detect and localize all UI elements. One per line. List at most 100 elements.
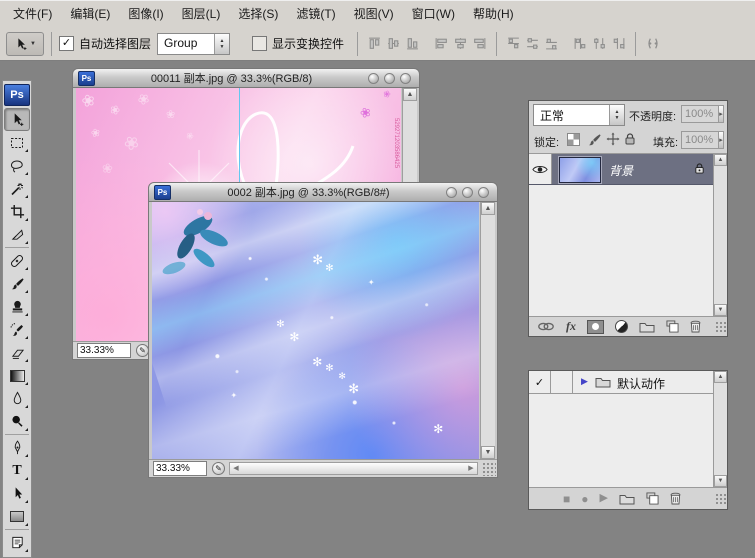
layers-scrollbar[interactable]: ▲ ▼ xyxy=(713,154,727,316)
show-transform-controls-checkbox[interactable] xyxy=(252,36,267,51)
distribute-bottom-edges-icon[interactable] xyxy=(543,35,560,52)
window-button-icon[interactable] xyxy=(478,187,489,198)
lock-position-icon[interactable] xyxy=(606,132,620,146)
panel-resize-grip[interactable] xyxy=(715,493,726,504)
scroll-right-icon[interactable]: ▶ xyxy=(465,463,477,474)
tool-lasso-button[interactable] xyxy=(4,154,30,177)
scroll-up-icon[interactable]: ▲ xyxy=(481,202,495,215)
group-select-spinner-icon[interactable]: ▲▼ xyxy=(214,34,229,54)
window-2-horizontal-scrollbar[interactable]: ◀ ▶ xyxy=(229,462,478,475)
tool-magic-wand-button[interactable] xyxy=(4,177,30,200)
scroll-down-icon[interactable]: ▼ xyxy=(714,304,727,316)
window-2-titlebar[interactable]: Ps 0002 副本.jpg @ 33.3%(RGB/8#) xyxy=(148,182,498,202)
tool-clone-stamp-button[interactable] xyxy=(4,295,30,318)
canvas-image-2[interactable]: ✻ ✻ ✻ ✻ ✻ ✻ ✻ ✻ ✻ ✦ ✦ xyxy=(152,202,479,459)
tool-healing-brush-button[interactable] xyxy=(4,249,30,272)
scroll-down-icon[interactable]: ▼ xyxy=(481,446,495,459)
layer-visibility-cell[interactable] xyxy=(529,154,552,184)
lock-pixels-brush-icon[interactable] xyxy=(587,132,602,147)
action-dialog-cell[interactable] xyxy=(551,371,573,393)
adjustment-layer-button[interactable] xyxy=(615,320,628,333)
align-left-edges-icon[interactable] xyxy=(433,35,450,52)
menu-item-filter[interactable]: 滤镜(T) xyxy=(287,2,344,27)
ps-logo[interactable]: Ps xyxy=(4,84,30,106)
align-bottom-edges-icon[interactable] xyxy=(404,35,421,52)
distribute-vertical-centers-icon[interactable] xyxy=(524,35,541,52)
window-1-titlebar[interactable]: Ps 00011 副本.jpg @ 33.3%(RGB/8) xyxy=(72,68,420,88)
window-1-zoom-field[interactable]: 33.33% xyxy=(77,343,131,358)
tool-history-brush-button[interactable] xyxy=(4,318,30,341)
opacity-slider-arrow-icon[interactable]: ▸ xyxy=(718,106,723,122)
menu-item-layer[interactable]: 图层(L) xyxy=(173,2,230,27)
window-button-icon[interactable] xyxy=(384,73,395,84)
tool-type-button[interactable]: T xyxy=(4,459,30,482)
window-button-icon[interactable] xyxy=(400,73,411,84)
new-layer-button[interactable] xyxy=(666,320,679,333)
align-top-edges-icon[interactable] xyxy=(366,35,383,52)
new-group-button[interactable] xyxy=(639,321,655,333)
menu-item-edit[interactable]: 编辑(E) xyxy=(61,2,119,27)
expand-triangle-icon[interactable]: ▶ xyxy=(581,376,588,387)
layer-name[interactable]: 背景 xyxy=(609,162,633,179)
tool-slice-button[interactable] xyxy=(4,223,30,246)
lock-transparency-icon[interactable] xyxy=(567,133,580,146)
play-selection-button[interactable]: ▶ xyxy=(600,493,608,504)
blend-mode-spinner-icon[interactable]: ▲▼ xyxy=(609,105,624,125)
distribute-top-edges-icon[interactable] xyxy=(505,35,522,52)
tool-blur-button[interactable] xyxy=(4,387,30,410)
distribute-right-edges-icon[interactable] xyxy=(610,35,627,52)
delete-layer-button[interactable] xyxy=(690,320,701,333)
new-action-button[interactable] xyxy=(646,492,659,505)
stop-playing-button[interactable]: ■ xyxy=(563,493,570,505)
tool-move-button[interactable] xyxy=(4,108,30,131)
scroll-up-icon[interactable]: ▲ xyxy=(403,88,417,101)
scroll-down-icon[interactable]: ▼ xyxy=(714,475,727,487)
window-2-vertical-scrollbar[interactable]: ▲ ▼ xyxy=(480,202,495,459)
align-right-edges-icon[interactable] xyxy=(471,35,488,52)
actions-scrollbar[interactable]: ▲ ▼ xyxy=(713,371,727,487)
scroll-up-icon[interactable]: ▲ xyxy=(714,154,727,166)
auto-align-icon[interactable] xyxy=(644,35,661,52)
auto-select-layer-checkbox[interactable]: ✓ xyxy=(59,36,74,51)
distribute-horizontal-centers-icon[interactable] xyxy=(591,35,608,52)
scroll-up-icon[interactable]: ▲ xyxy=(714,371,727,383)
tool-brush-button[interactable] xyxy=(4,272,30,295)
menu-item-window[interactable]: 窗口(W) xyxy=(403,2,464,27)
action-row[interactable]: ✓ ▶ 默认动作 xyxy=(529,371,713,394)
panel-resize-grip[interactable] xyxy=(715,321,726,332)
tool-path-selection-button[interactable] xyxy=(4,482,30,505)
layer-thumbnail[interactable] xyxy=(559,157,601,183)
new-action-set-button[interactable] xyxy=(619,493,635,505)
opacity-field[interactable]: 100% ▸ xyxy=(681,105,724,123)
action-set-name[interactable]: 默认动作 xyxy=(617,375,665,392)
window-button-icon[interactable] xyxy=(462,187,473,198)
tool-crop-button[interactable] xyxy=(4,200,30,223)
tool-gradient-button[interactable] xyxy=(4,364,30,387)
layer-style-button[interactable]: fx xyxy=(566,319,576,334)
tool-marquee-button[interactable] xyxy=(4,131,30,154)
scroll-left-icon[interactable]: ◀ xyxy=(230,463,242,474)
window-resize-grip[interactable] xyxy=(482,462,496,476)
tool-notes-button[interactable] xyxy=(4,531,30,554)
window-button-icon[interactable] xyxy=(446,187,457,198)
group-select-dropdown[interactable]: Group ▲▼ xyxy=(157,33,230,55)
menu-item-view[interactable]: 视图(V) xyxy=(345,2,403,27)
align-vertical-centers-icon[interactable] xyxy=(385,35,402,52)
blend-mode-dropdown[interactable]: 正常 ▲▼ xyxy=(533,104,625,126)
layer-row-background[interactable]: 背景 xyxy=(529,154,713,185)
link-layers-button[interactable] xyxy=(537,321,555,332)
lock-all-icon[interactable] xyxy=(624,132,636,146)
distribute-left-edges-icon[interactable] xyxy=(572,35,589,52)
add-layer-mask-button[interactable] xyxy=(587,320,604,334)
menu-item-help[interactable]: 帮助(H) xyxy=(464,2,523,27)
delete-action-button[interactable] xyxy=(670,492,681,505)
action-enabled-cell[interactable]: ✓ xyxy=(529,371,551,393)
tool-shape-button[interactable] xyxy=(4,505,30,528)
window-2-annotation-button[interactable]: ✎ xyxy=(212,462,225,475)
menu-item-file[interactable]: 文件(F) xyxy=(4,2,61,27)
align-horizontal-centers-icon[interactable] xyxy=(452,35,469,52)
tool-pen-button[interactable] xyxy=(4,436,30,459)
window-2-zoom-field[interactable]: 33.33% xyxy=(153,461,207,476)
menu-item-image[interactable]: 图像(I) xyxy=(119,2,172,27)
fill-slider-arrow-icon[interactable]: ▸ xyxy=(718,132,723,148)
